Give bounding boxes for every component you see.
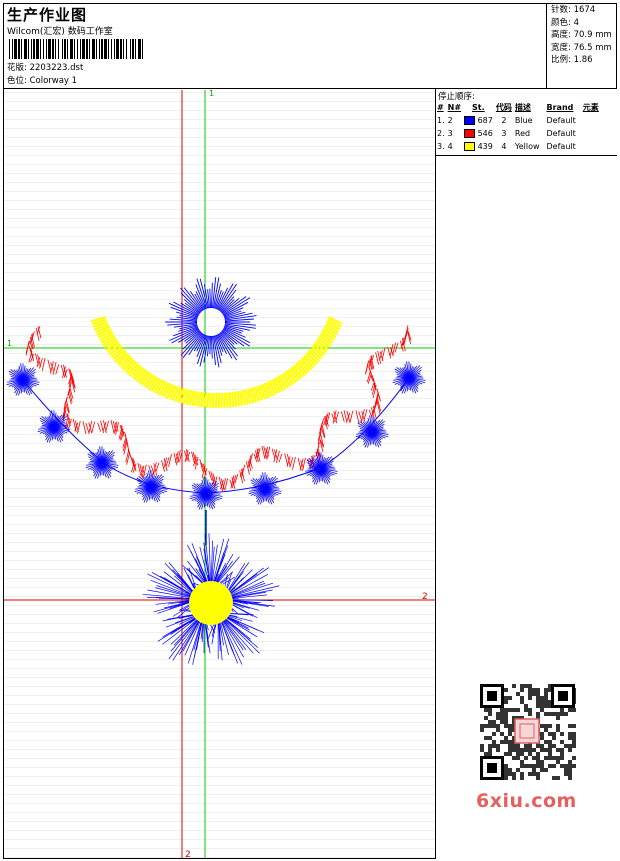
yellow-arc	[90, 316, 343, 409]
red-wave	[25, 325, 412, 492]
table-row: 2. 3 546 3 Red Default	[437, 129, 576, 138]
page-title: 生产作业图	[7, 6, 88, 24]
color-table: # N# St. 代码 描述 Brand 元素 1. 2 687 2 Blue …	[437, 101, 602, 153]
embroidery-artwork: 1 1 2 2	[4, 90, 435, 858]
qr-code-icon	[471, 681, 583, 785]
color-swatch	[464, 116, 476, 125]
table-row: 3. 4 439 4 Yellow Default	[437, 142, 576, 151]
starburst	[165, 277, 257, 368]
guide-label-right: 2	[422, 592, 428, 602]
stat-height: 高度: 70.9 mm	[551, 30, 612, 40]
starburst	[189, 477, 223, 510]
stat-colors: 颜色: 4	[551, 17, 579, 28]
header: 生产作业图 Wilcom(汇宏) 数码工作室 花版: 2203223.dst 色…	[3, 3, 617, 89]
guide-label-left: 1	[7, 339, 12, 348]
color-swatch	[464, 129, 476, 138]
flower-center	[189, 581, 233, 625]
stitch-group	[6, 277, 426, 665]
guide-label-bottom: 2	[185, 850, 191, 858]
stats-panel: 针数: 1674 颜色: 4 高度: 70.9 mm 宽度: 76.5 mm 比…	[546, 3, 617, 89]
starburst	[392, 361, 426, 394]
flower	[142, 533, 280, 665]
starburst	[134, 470, 168, 503]
starburst	[6, 363, 40, 396]
color-table-header: # N# St. 代码 描述 Brand 元素	[437, 103, 599, 112]
company-name: Wilcom(汇宏) 数码工作室	[7, 27, 113, 37]
starburst	[304, 452, 338, 485]
color-swatch	[464, 142, 476, 151]
stop-sequence-header: 停止顺序: # N# St. 代码 描述 Brand 元素 1. 2 687 2…	[436, 89, 617, 156]
barcode-icon	[9, 39, 143, 59]
table-row: 1. 2 687 2 Blue Default	[437, 116, 576, 125]
design-canvas: 1 1 2 2	[4, 90, 435, 858]
stat-scale: 比例: 1.86	[551, 55, 593, 65]
starburst	[248, 472, 282, 505]
colorway: 色位: Colorway 1	[7, 76, 78, 86]
design-file: 花版: 2203223.dst	[7, 63, 84, 73]
starburst	[355, 415, 389, 448]
guide-label-top: 1	[209, 90, 214, 98]
stat-stitches: 针数: 1674	[551, 5, 596, 15]
stat-width: 宽度: 76.5 mm	[551, 42, 612, 53]
watermark-logo: 6xiu.com	[476, 790, 577, 812]
